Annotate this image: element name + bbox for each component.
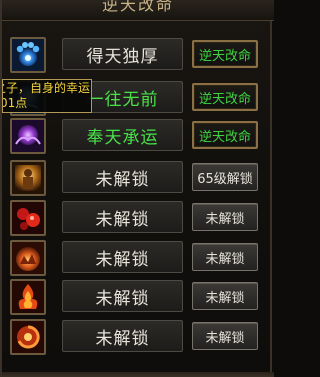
slot-name-5: 未解锁 bbox=[62, 201, 183, 233]
tooltip-line-2: 01点 bbox=[2, 96, 28, 110]
red-orbs-icon[interactable] bbox=[10, 200, 46, 236]
panel-bottom-border bbox=[2, 372, 274, 377]
slot-name-4: 未解锁 bbox=[62, 161, 183, 193]
reverse-fate-button-3[interactable]: 逆天改命 bbox=[192, 121, 258, 149]
flame-burst-icon[interactable] bbox=[10, 279, 46, 315]
panel-title: 逆天改命 bbox=[101, 0, 174, 14]
golden-warrior-icon[interactable] bbox=[10, 160, 46, 196]
slot-row-7: 未解锁 未解锁 bbox=[2, 278, 270, 316]
skill-tooltip: 之子，自身的幸运 01点 bbox=[2, 79, 92, 113]
blue-paw-icon[interactable] bbox=[10, 37, 46, 73]
slot-name-8: 未解锁 bbox=[62, 320, 183, 352]
reverse-fate-button-2[interactable]: 逆天改命 bbox=[192, 83, 258, 111]
locked-button-5[interactable]: 未解锁 bbox=[192, 203, 258, 231]
fate-panel: 逆天改命 得天独厚 逆天改命 一往无前 逆天改命 奉天承运 逆天改命 未解锁 6… bbox=[0, 0, 274, 377]
slot-row-4: 未解锁 65级解锁 bbox=[2, 159, 270, 197]
fire-beast-icon[interactable] bbox=[10, 240, 46, 276]
reverse-fate-button-1[interactable]: 逆天改命 bbox=[192, 40, 258, 68]
slot-name-6: 未解锁 bbox=[62, 241, 183, 273]
slot-row-6: 未解锁 未解锁 bbox=[2, 239, 270, 277]
slot-row-1: 得天独厚 逆天改命 bbox=[2, 36, 270, 74]
locked-button-7[interactable]: 未解锁 bbox=[192, 282, 258, 310]
slot-name-3: 奉天承运 bbox=[62, 119, 183, 151]
slot-row-3: 奉天承运 逆天改命 bbox=[2, 117, 270, 155]
locked-button-6[interactable]: 未解锁 bbox=[192, 243, 258, 271]
slot-row-8: 未解锁 未解锁 bbox=[2, 318, 270, 356]
panel-header: 逆天改命 bbox=[2, 0, 274, 21]
slot-name-1: 得天独厚 bbox=[62, 38, 183, 70]
locked-button-8[interactable]: 未解锁 bbox=[192, 322, 258, 350]
purple-hands-icon[interactable] bbox=[10, 118, 46, 154]
fire-swirl-icon[interactable] bbox=[10, 319, 46, 355]
tooltip-line-1: 之子，自身的幸运 bbox=[2, 81, 91, 95]
slot-name-7: 未解锁 bbox=[62, 280, 183, 312]
unlock-at-65-button[interactable]: 65级解锁 bbox=[192, 163, 258, 191]
slot-row-5: 未解锁 未解锁 bbox=[2, 199, 270, 237]
